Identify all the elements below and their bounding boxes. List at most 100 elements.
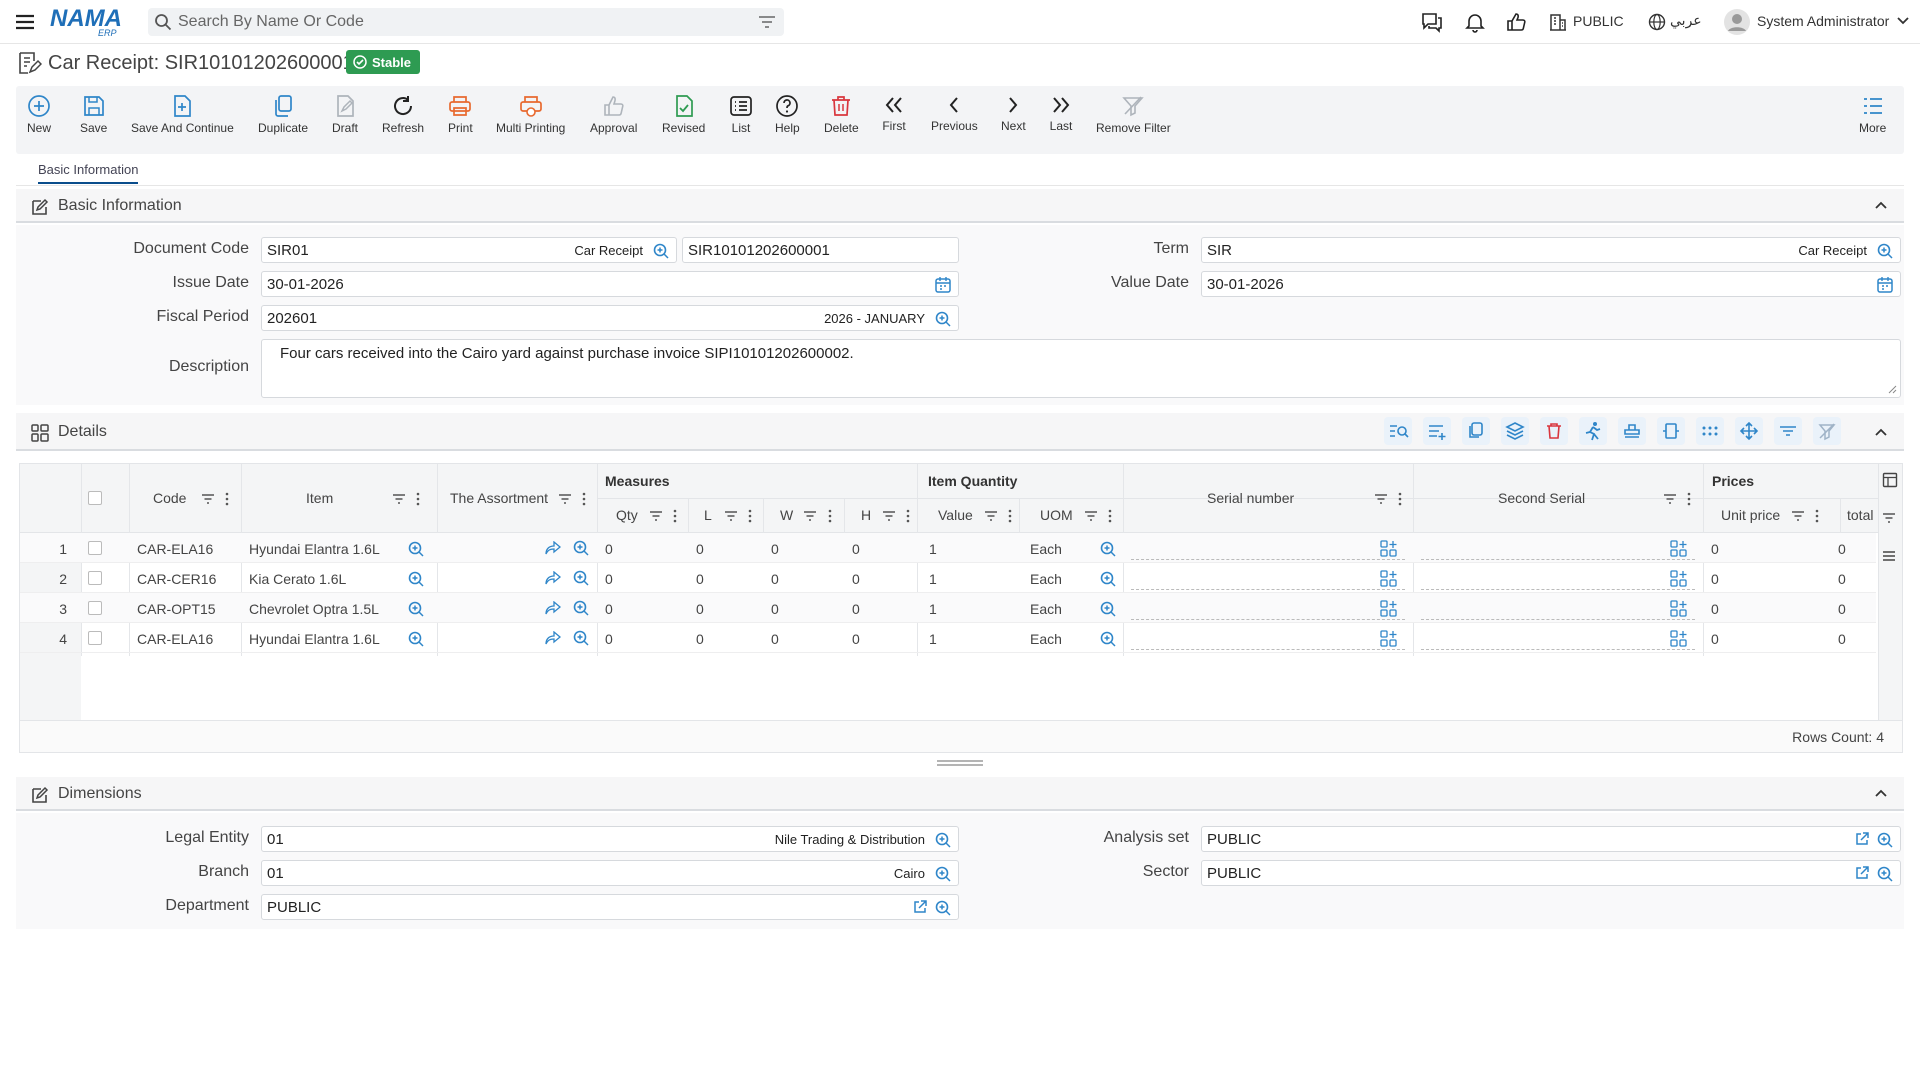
grid-search-icon[interactable] xyxy=(1383,416,1413,446)
lookup-search-icon[interactable] xyxy=(652,242,670,260)
column-filter-icon[interactable] xyxy=(1084,510,1098,522)
cell-uom[interactable]: Each xyxy=(1030,541,1062,557)
cell-total[interactable]: 0 xyxy=(1838,601,1846,617)
column-header-unit-price[interactable]: Unit price xyxy=(1721,507,1780,523)
cell-code[interactable]: CAR-CER16 xyxy=(137,571,216,587)
column-header-l[interactable]: L xyxy=(704,507,712,523)
assortment-lookup-icon[interactable] xyxy=(572,599,590,617)
lookup-search-icon[interactable] xyxy=(934,865,952,883)
column-header-serial-number[interactable]: Serial number xyxy=(1207,490,1294,506)
uom-lookup-icon[interactable] xyxy=(1099,540,1117,558)
column-menu-icon[interactable] xyxy=(828,509,832,523)
copy-row-icon[interactable] xyxy=(1461,416,1491,446)
column-filter-icon[interactable] xyxy=(984,510,998,522)
dimensions-section-header[interactable]: Dimensions xyxy=(16,777,1904,811)
column-header-code[interactable]: Code xyxy=(153,490,186,506)
analysis-set-field[interactable]: PUBLIC xyxy=(1201,826,1901,852)
approval-button[interactable]: Approval xyxy=(590,94,637,135)
cell-code[interactable]: CAR-OPT15 xyxy=(137,601,216,617)
stamp-icon[interactable] xyxy=(1617,416,1647,446)
tab-basic-information[interactable]: Basic Information xyxy=(38,162,139,184)
print-button[interactable]: Print xyxy=(448,94,473,135)
cell-h[interactable]: 0 xyxy=(852,631,860,647)
description-textarea[interactable]: Four cars received into the Cairo yard a… xyxy=(261,339,1901,398)
column-filter-icon[interactable] xyxy=(649,510,663,522)
cell-w[interactable]: 0 xyxy=(771,631,779,647)
column-header-h[interactable]: H xyxy=(861,507,871,523)
issue-date-field[interactable]: 30-01-2026 xyxy=(261,271,959,297)
column-filter-icon[interactable] xyxy=(724,510,738,522)
column-header-qty[interactable]: Qty xyxy=(616,507,638,523)
cell-unit-price[interactable]: 0 xyxy=(1711,631,1719,647)
basic-information-section-header[interactable]: Basic Information xyxy=(16,189,1904,223)
column-menu-icon[interactable] xyxy=(748,509,752,523)
more-button[interactable]: More xyxy=(1859,94,1886,135)
column-filter-icon[interactable] xyxy=(201,493,215,505)
column-filter-icon[interactable] xyxy=(1663,493,1677,505)
cell-qty[interactable]: 0 xyxy=(605,601,613,617)
cell-item[interactable]: Chevrolet Optra 1.5L xyxy=(249,601,379,617)
grid-resize-handle-icon[interactable] xyxy=(935,759,985,767)
column-filter-icon[interactable] xyxy=(1791,510,1805,522)
cell-l[interactable]: 0 xyxy=(696,571,704,587)
cell-w[interactable]: 0 xyxy=(771,571,779,587)
calendar-icon[interactable] xyxy=(1876,276,1894,294)
branch-field[interactable]: 01 Cairo xyxy=(261,860,959,886)
table-row[interactable]: 1 CAR-ELA16 Hyundai Elantra 1.6L 0 0 0 0… xyxy=(20,533,1876,563)
column-header-second-serial[interactable]: Second Serial xyxy=(1498,490,1585,506)
uom-lookup-icon[interactable] xyxy=(1099,570,1117,588)
delete-button[interactable]: Delete xyxy=(824,94,859,135)
fit-columns-icon[interactable] xyxy=(1656,416,1686,446)
calendar-icon[interactable] xyxy=(934,276,952,294)
document-number-field[interactable]: SIR10101202600001 xyxy=(682,237,959,263)
department-field[interactable]: PUBLIC xyxy=(261,894,959,920)
filter-icon[interactable] xyxy=(758,14,776,30)
column-header-total[interactable]: total xyxy=(1847,507,1873,523)
cell-value[interactable]: 1 xyxy=(929,541,937,557)
help-button[interactable]: Help xyxy=(775,94,800,135)
term-field[interactable]: SIR Car Receipt xyxy=(1201,237,1901,263)
first-button[interactable]: First xyxy=(882,94,906,133)
list-button[interactable]: List xyxy=(729,94,753,135)
legal-entity-field[interactable]: 01 Nile Trading & Distribution xyxy=(261,826,959,852)
cell-code[interactable]: CAR-ELA16 xyxy=(137,541,213,557)
second-serial-add-icon[interactable] xyxy=(1669,539,1689,559)
select-all-checkbox[interactable] xyxy=(88,491,102,505)
cell-code[interactable]: CAR-ELA16 xyxy=(137,631,213,647)
cell-total[interactable]: 0 xyxy=(1838,571,1846,587)
language-switcher[interactable]: عربي xyxy=(1670,12,1702,29)
approvals-thumbs-icon[interactable] xyxy=(1505,11,1527,33)
draft-button[interactable]: Draft xyxy=(332,94,358,135)
serial-add-icon[interactable] xyxy=(1379,599,1399,619)
row-checkbox[interactable] xyxy=(88,601,102,615)
filter-icon[interactable] xyxy=(1773,416,1803,446)
table-row[interactable]: 2 CAR-CER16 Kia Cerato 1.6L 0 0 0 0 1 Ea… xyxy=(20,563,1876,593)
user-avatar-icon[interactable] xyxy=(1724,9,1750,35)
column-filter-icon[interactable] xyxy=(1374,493,1388,505)
item-lookup-icon[interactable] xyxy=(407,630,425,648)
revised-button[interactable]: Revised xyxy=(662,94,705,135)
multi-printing-button[interactable]: Multi Printing xyxy=(496,94,565,135)
collapse-chevron-up-icon[interactable] xyxy=(1874,199,1888,211)
lookup-search-icon[interactable] xyxy=(1876,831,1894,849)
table-row[interactable]: 3 CAR-OPT15 Chevrolet Optra 1.5L 0 0 0 0… xyxy=(20,593,1876,623)
column-filter-icon[interactable] xyxy=(803,510,817,522)
column-menu-icon[interactable] xyxy=(416,492,420,506)
next-button[interactable]: Next xyxy=(1001,94,1026,133)
column-filter-icon[interactable] xyxy=(1882,512,1896,524)
row-checkbox[interactable] xyxy=(88,571,102,585)
more-dots-icon[interactable] xyxy=(1695,416,1725,446)
cell-item[interactable]: Hyundai Elantra 1.6L xyxy=(249,631,380,647)
cell-total[interactable]: 0 xyxy=(1838,631,1846,647)
lookup-search-icon[interactable] xyxy=(934,831,952,849)
cell-uom[interactable]: Each xyxy=(1030,601,1062,617)
column-menu-icon[interactable] xyxy=(906,509,910,523)
cell-uom[interactable]: Each xyxy=(1030,571,1062,587)
side-panel-menu-icon[interactable] xyxy=(1882,550,1896,562)
share-arrow-icon[interactable] xyxy=(545,571,561,585)
column-menu-icon[interactable] xyxy=(1398,492,1402,506)
search-input[interactable] xyxy=(178,12,738,32)
assortment-lookup-icon[interactable] xyxy=(572,539,590,557)
add-row-icon[interactable] xyxy=(1422,416,1452,446)
column-header-value[interactable]: Value xyxy=(938,507,973,523)
